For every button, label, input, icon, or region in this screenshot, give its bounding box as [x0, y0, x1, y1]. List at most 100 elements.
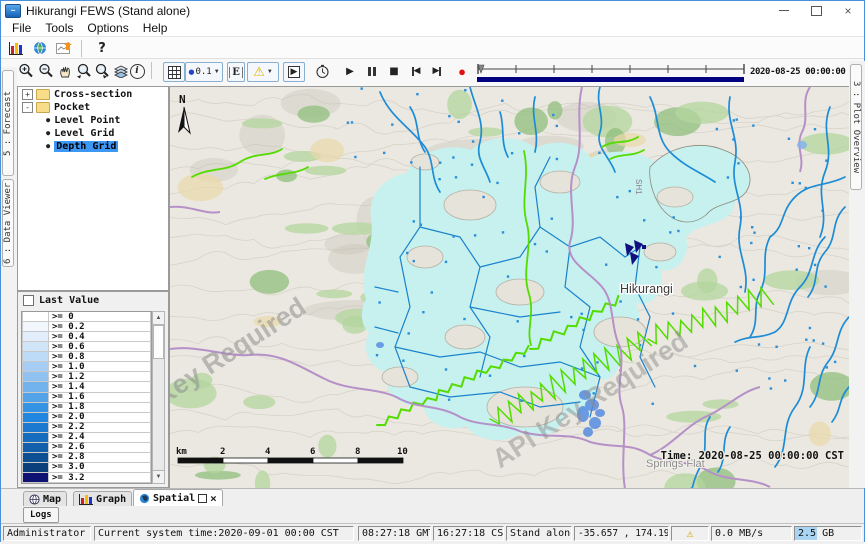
globe-map-icon[interactable]: [31, 39, 49, 57]
menu-file[interactable]: File: [5, 21, 38, 35]
play-button[interactable]: ▶: [341, 62, 359, 80]
legend-row: >= 2.4: [22, 433, 151, 443]
legend-label: >= 2.0: [49, 413, 151, 423]
menu-options[interactable]: Options: [80, 21, 135, 35]
legend-row: >= 2.8: [22, 453, 151, 463]
scroll-down-icon[interactable]: ▼: [153, 470, 164, 483]
pause-button[interactable]: [363, 62, 381, 80]
scroll-up-icon[interactable]: ▲: [153, 312, 164, 325]
title-bar: ~ Hikurangi FEWS (Stand alone) ×: [1, 1, 864, 20]
warning-triangle-icon: ⚠: [253, 65, 265, 80]
legend-swatch: [22, 443, 49, 453]
legend-label: >= 2.4: [49, 433, 151, 443]
legend-panel: Last Value >= 0>= 0.2>= 0.4>= 0.6>= 0.8>…: [17, 291, 169, 488]
status-system-time: Current system time:2020-09-01 00:00 CST: [94, 526, 354, 541]
zoom-in-icon[interactable]: [17, 62, 35, 80]
animation-clock-icon[interactable]: [313, 62, 331, 80]
time-slider[interactable]: [475, 63, 747, 84]
tree-expander-icon[interactable]: -: [22, 102, 33, 113]
main-toolbar: ?: [1, 36, 864, 59]
node-bullet-icon: ●: [46, 116, 50, 124]
step-forward-button[interactable]: ▶: [428, 62, 446, 80]
legend-swatch: [22, 433, 49, 443]
node-bullet-icon: ●: [46, 129, 50, 137]
road-label: SH1: [634, 179, 643, 195]
legend-label: >= 2.8: [49, 453, 151, 463]
legend-scrollbar[interactable]: ▲ ▼: [152, 311, 165, 484]
legend-label: >= 1.6: [49, 393, 151, 403]
record-button[interactable]: ●: [453, 62, 471, 80]
logs-button[interactable]: Logs: [23, 507, 59, 523]
point-size-dropdown[interactable]: ● 0.1 ▼: [185, 62, 223, 82]
tree-item-label: Pocket: [54, 102, 90, 113]
animation-window-button[interactable]: ▶: [283, 62, 305, 82]
map-toolbar: i ● 0.1 ▼ E ⚠ ▼ ▶ ▶ ■ ◀ ▶ ●: [1, 58, 864, 88]
status-local-time: 16:27:18 CST: [433, 526, 504, 541]
tree-expander-icon[interactable]: +: [22, 89, 33, 100]
thresholds-dropdown[interactable]: ⚠ ▼: [247, 62, 279, 82]
bottom-tab-bar: Map Graph Spatial ×: [1, 488, 864, 507]
labels-toggle-button[interactable]: E: [227, 62, 245, 82]
status-warning-icon[interactable]: ⚠: [671, 526, 709, 541]
legend-swatch: [22, 393, 49, 403]
legend-swatch: [22, 352, 49, 362]
legend-swatch: [22, 332, 49, 342]
tree-item-label: Level Point: [54, 115, 120, 126]
svg-text:km: km: [176, 447, 187, 457]
map-view: API Key Required API Key Required Hikura…: [169, 86, 849, 488]
info-icon[interactable]: i: [128, 62, 146, 80]
menu-tools[interactable]: Tools: [38, 21, 80, 35]
tab-map[interactable]: Map: [23, 491, 67, 507]
close-pane-icon[interactable]: ×: [210, 492, 217, 505]
legend-row: >= 0.4: [22, 332, 151, 342]
step-back-button[interactable]: ◀: [407, 62, 425, 80]
legend-row: >= 1.4: [22, 382, 151, 392]
legend-label: >= 1.0: [49, 362, 151, 372]
minimize-button[interactable]: [768, 1, 800, 20]
tree-item-level-grid[interactable]: ●Level Grid: [44, 127, 168, 139]
timeseries-dialog-icon[interactable]: [55, 39, 73, 57]
zoom-next-icon[interactable]: [93, 62, 111, 80]
tree-item-depth-grid[interactable]: ●Depth Grid: [44, 140, 168, 152]
close-button[interactable]: ×: [832, 1, 864, 20]
maximize-button[interactable]: [800, 1, 832, 20]
menu-help[interactable]: Help: [136, 21, 175, 35]
legend-swatch: [22, 312, 49, 322]
globe-icon: [139, 493, 150, 504]
svg-text:N: N: [179, 93, 186, 106]
svg-text:8: 8: [355, 447, 360, 457]
legend-title: Last Value: [39, 295, 99, 306]
tab-spatial[interactable]: Spatial ×: [133, 489, 223, 507]
grid-toggle-button[interactable]: [163, 62, 185, 82]
zoom-previous-icon[interactable]: [75, 62, 93, 80]
map-canvas[interactable]: API Key Required API Key Required Hikura…: [170, 87, 849, 488]
tab-data-viewer[interactable]: 6 : Data Viewer: [2, 179, 14, 267]
scrollbar-thumb[interactable]: [153, 325, 164, 359]
tree-item-pocket[interactable]: - Pocket: [22, 101, 168, 113]
tree-item-level-point[interactable]: ● Level Point: [44, 114, 168, 126]
folder-icon: [36, 89, 50, 100]
help-icon[interactable]: ?: [93, 39, 111, 57]
close-icon: ×: [844, 4, 851, 18]
tab-graph[interactable]: Graph: [73, 491, 132, 507]
tree-item-cross-section[interactable]: + Cross-section: [22, 88, 168, 100]
tab-plot-overview[interactable]: 3 : Plot Overview: [850, 64, 862, 190]
restore-pane-icon[interactable]: [198, 494, 207, 503]
tree-item-label: Cross-section: [54, 89, 132, 100]
legend-row: >= 2.0: [22, 413, 151, 423]
svg-text:10: 10: [397, 447, 408, 457]
chevron-down-icon: ▼: [214, 69, 220, 75]
app-logo-icon: ~: [5, 4, 21, 18]
maximize-icon: [811, 6, 822, 16]
legend-swatch: [22, 453, 49, 463]
legend-swatch: [22, 322, 49, 332]
legend-swatch: [22, 413, 49, 423]
stop-button[interactable]: ■: [385, 62, 403, 80]
window-title: Hikurangi FEWS (Stand alone): [26, 4, 190, 18]
legend-row: >= 1.8: [22, 403, 151, 413]
pan-hand-icon[interactable]: [56, 62, 74, 80]
zoom-out-icon[interactable]: [37, 62, 55, 80]
last-value-checkbox[interactable]: [23, 295, 34, 306]
database-icon[interactable]: [7, 39, 25, 57]
tab-forecast[interactable]: 5 : Forecast: [2, 70, 14, 176]
